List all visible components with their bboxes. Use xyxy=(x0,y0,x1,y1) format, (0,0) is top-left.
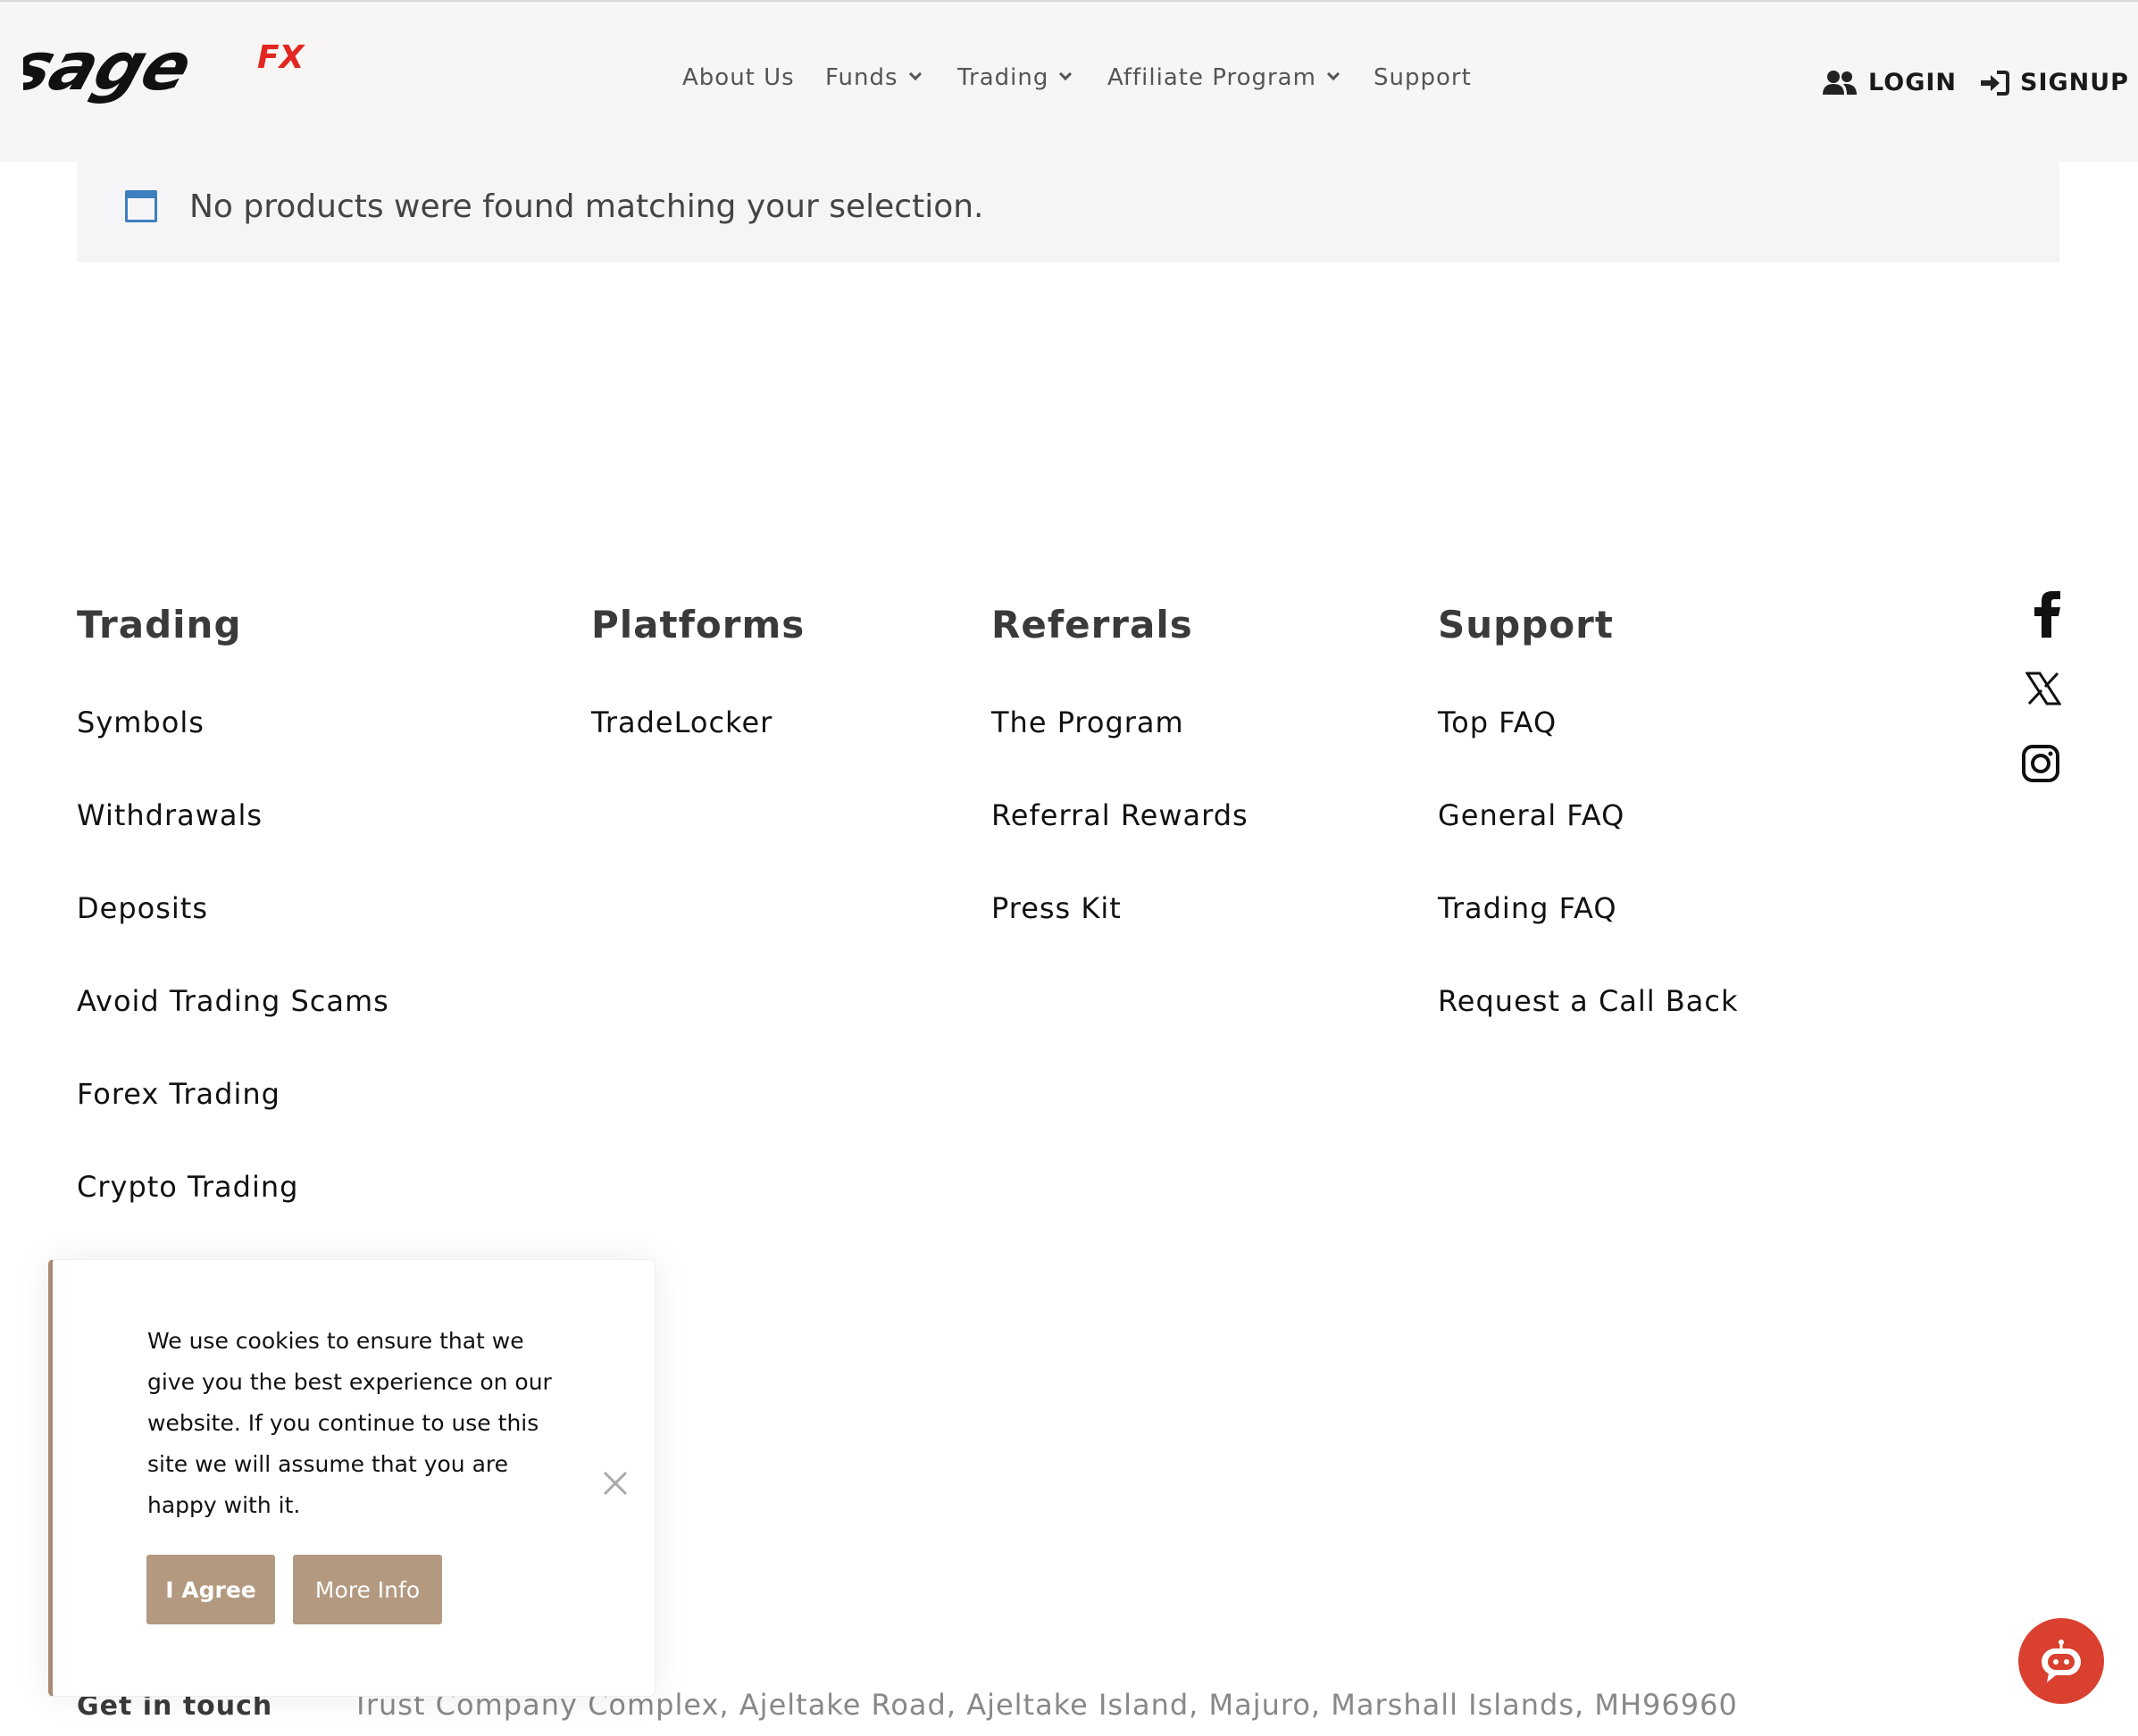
login-label: LOGIN xyxy=(1868,69,1957,96)
chevron-down-icon xyxy=(1326,67,1340,81)
x-icon[interactable] xyxy=(2025,672,2061,705)
window-icon xyxy=(125,190,157,222)
footer-link-tradelocker[interactable]: TradeLocker xyxy=(591,705,773,739)
nav-trading-label: Trading xyxy=(957,64,1049,91)
footer-title-platforms: Platforms xyxy=(591,603,806,647)
users-icon xyxy=(1823,70,1857,95)
footer-link-request-call-back[interactable]: Request a Call Back xyxy=(1438,984,1739,1018)
footer-link-deposits[interactable]: Deposits xyxy=(77,891,208,925)
footer-title-trading: Trading xyxy=(77,603,242,647)
chat-launcher-button[interactable] xyxy=(2018,1618,2104,1704)
chevron-down-icon xyxy=(908,67,922,81)
nav-funds-label: Funds xyxy=(825,64,898,91)
sagefx-logo[interactable]: sage FX xyxy=(23,36,331,125)
footer-link-press-kit[interactable]: Press Kit xyxy=(991,891,1122,925)
logo-accent: FX xyxy=(257,39,306,76)
cookie-notice: We use cookies to ensure that we give yo… xyxy=(48,1259,656,1697)
notice-text: No products were found matching your sel… xyxy=(189,188,984,225)
nav-affiliate-program[interactable]: Affiliate Program xyxy=(1107,64,1340,91)
signup-label: SIGNUP xyxy=(2020,69,2129,96)
more-info-button[interactable]: More Info xyxy=(293,1555,442,1624)
signup-button[interactable]: SIGNUP xyxy=(1979,69,2129,96)
login-button[interactable]: LOGIN xyxy=(1822,69,1957,96)
nav-funds[interactable]: Funds xyxy=(825,64,922,91)
chevron-down-icon xyxy=(1059,67,1073,81)
sign-in-icon xyxy=(1981,70,2009,96)
nav-support-label: Support xyxy=(1374,64,1472,91)
footer-link-symbols[interactable]: Symbols xyxy=(77,705,205,739)
footer-link-top-faq[interactable]: Top FAQ xyxy=(1438,705,1557,739)
site-header: sage FX About Us Funds Trading Affiliate… xyxy=(0,0,2138,162)
footer-title-referrals: Referrals xyxy=(991,603,1193,647)
woocommerce-info-notice: No products were found matching your sel… xyxy=(77,162,2059,263)
nav-about-us[interactable]: About Us xyxy=(682,64,795,91)
footer-link-withdrawals[interactable]: Withdrawals xyxy=(77,798,263,832)
footer-link-trading-faq[interactable]: Trading FAQ xyxy=(1438,891,1617,925)
nav-support[interactable]: Support xyxy=(1374,64,1472,91)
footer-link-referral-rewards[interactable]: Referral Rewards xyxy=(991,798,1249,832)
nav-about-us-label: About Us xyxy=(682,64,795,91)
logo-text: sage xyxy=(23,36,202,105)
nav-affiliate-label: Affiliate Program xyxy=(1107,64,1316,91)
footer-link-avoid-trading-scams[interactable]: Avoid Trading Scams xyxy=(77,984,389,1018)
footer-title-support: Support xyxy=(1438,603,1614,647)
close-icon[interactable] xyxy=(599,1467,631,1499)
footer-link-general-faq[interactable]: General FAQ xyxy=(1438,798,1624,832)
cookie-text: We use cookies to ensure that we give yo… xyxy=(147,1328,552,1518)
chatbot-icon xyxy=(2042,1640,2081,1682)
footer-link-crypto-trading[interactable]: Crypto Trading xyxy=(77,1170,298,1204)
facebook-icon[interactable] xyxy=(2031,591,2063,638)
footer-link-forex-trading[interactable]: Forex Trading xyxy=(77,1077,280,1111)
agree-button[interactable]: I Agree xyxy=(146,1555,275,1624)
footer-link-the-program[interactable]: The Program xyxy=(991,705,1184,739)
nav-trading[interactable]: Trading xyxy=(957,64,1073,91)
instagram-icon[interactable] xyxy=(2022,745,2059,782)
